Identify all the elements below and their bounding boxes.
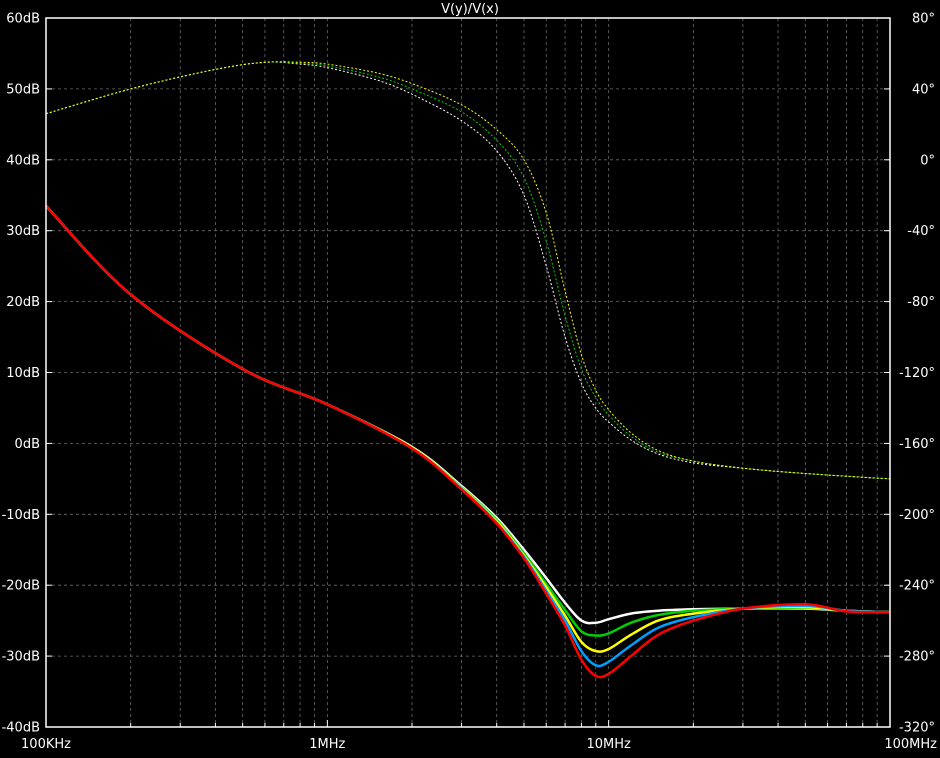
y-left-tick-label: 20dB <box>6 295 40 310</box>
y-right-tick-label: -320° <box>899 721 935 736</box>
x-tick-label: 1MHz <box>309 737 345 752</box>
x-tick-label: 100KHz <box>21 737 71 752</box>
y-right-tick-label: -120° <box>899 366 935 381</box>
x-tick-label: 100MHz <box>884 737 937 752</box>
y-left-tick-label: 30dB <box>6 224 40 239</box>
y-left-tick-label: -30dB <box>2 650 40 665</box>
y-right-tick-label: 40° <box>912 82 935 97</box>
y-left-tick-label: -40dB <box>2 721 40 736</box>
y-right-tick-label: -280° <box>899 650 935 665</box>
chart-background <box>0 0 940 754</box>
y-left-tick-label: 0dB <box>15 437 40 452</box>
y-right-tick-label: 80° <box>912 12 935 27</box>
y-left-tick-label: 60dB <box>6 12 40 27</box>
y-right-tick-label: -160° <box>899 437 935 452</box>
chart-title: V(y)/V(x) <box>441 2 499 17</box>
y-right-tick-label: -80° <box>907 295 935 310</box>
y-left-tick-label: -20dB <box>2 579 40 594</box>
y-right-tick-label: -240° <box>899 579 935 594</box>
chart-svg: 60dB 50dB 40dB 30dB 20dB 10dB 0dB -10dB -20dB -30… <box>0 0 940 754</box>
bode-plot: 60dB 50dB 40dB 30dB 20dB 10dB 0dB -10dB -20dB -30… <box>0 0 940 754</box>
y-left-tick-label: 50dB <box>6 82 40 97</box>
y-right-tick-label: 0° <box>920 153 935 168</box>
y-left-tick-label: 40dB <box>6 153 40 168</box>
y-left-tick-label: -10dB <box>2 508 40 523</box>
y-right-tick-label: -200° <box>899 508 935 523</box>
x-tick-label: 10MHz <box>586 737 631 752</box>
y-left-tick-label: 10dB <box>6 366 40 381</box>
y-right-tick-label: -40° <box>907 224 935 239</box>
